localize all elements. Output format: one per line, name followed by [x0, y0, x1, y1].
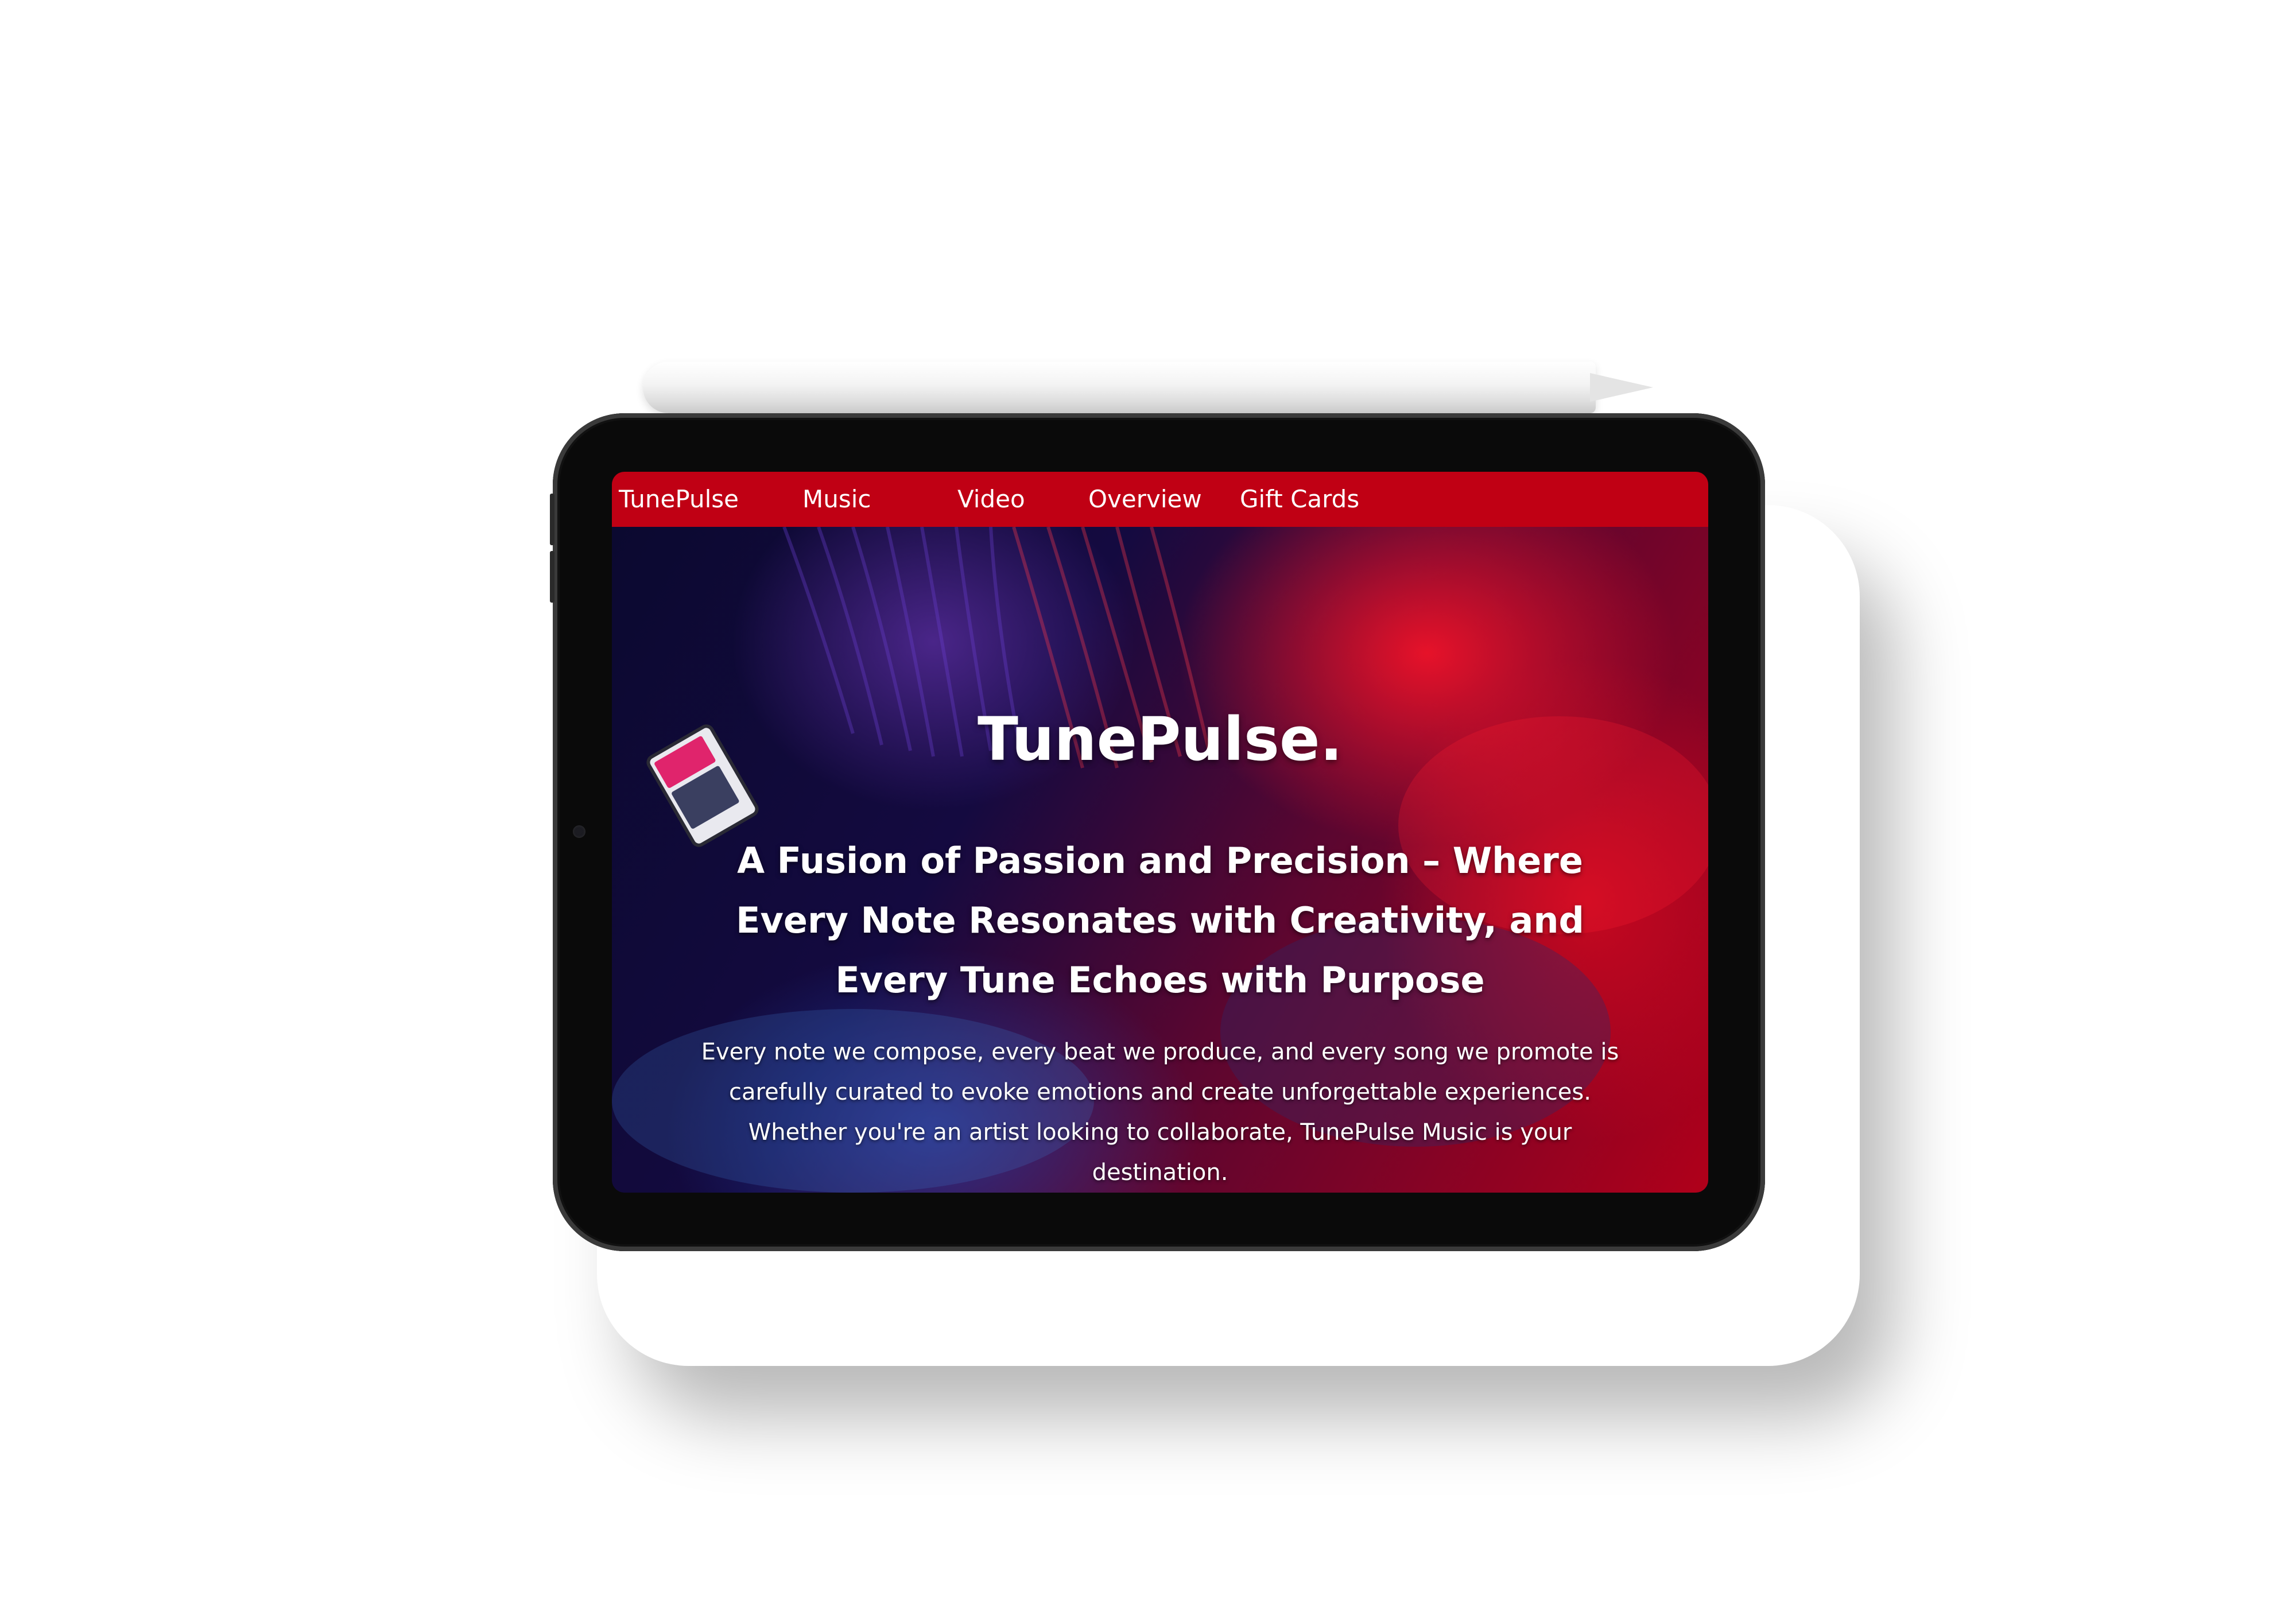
hero-description: Every note we compose, every beat we pro…: [701, 1039, 1619, 1186]
nav-item-gift-cards[interactable]: Gift Cards: [1240, 486, 1359, 513]
hero-subtitle: A Fusion of Passion and Precision – Wher…: [736, 840, 1584, 1001]
volume-down-button: [550, 551, 554, 603]
stylus-tip: [1590, 373, 1653, 402]
nav-item-music[interactable]: Music: [802, 486, 871, 513]
stylus-pencil: [643, 362, 1596, 413]
nav-item-overview[interactable]: Overview: [1088, 486, 1202, 513]
mockup-stage: TunePulse Music Video Overview Gift Card…: [0, 0, 2296, 1607]
camera-icon: [573, 825, 585, 838]
hero-section: TunePulse. A Fusion of Passion and Preci…: [612, 527, 1708, 1193]
volume-up-button: [550, 494, 554, 545]
nav-item-brand[interactable]: TunePulse: [619, 486, 739, 513]
tablet-screen: TunePulse Music Video Overview Gift Card…: [612, 472, 1708, 1193]
nav-item-video[interactable]: Video: [957, 486, 1025, 513]
top-navigation-bar: TunePulse Music Video Overview Gift Card…: [612, 472, 1708, 527]
hero-title: TunePulse.: [978, 704, 1343, 774]
